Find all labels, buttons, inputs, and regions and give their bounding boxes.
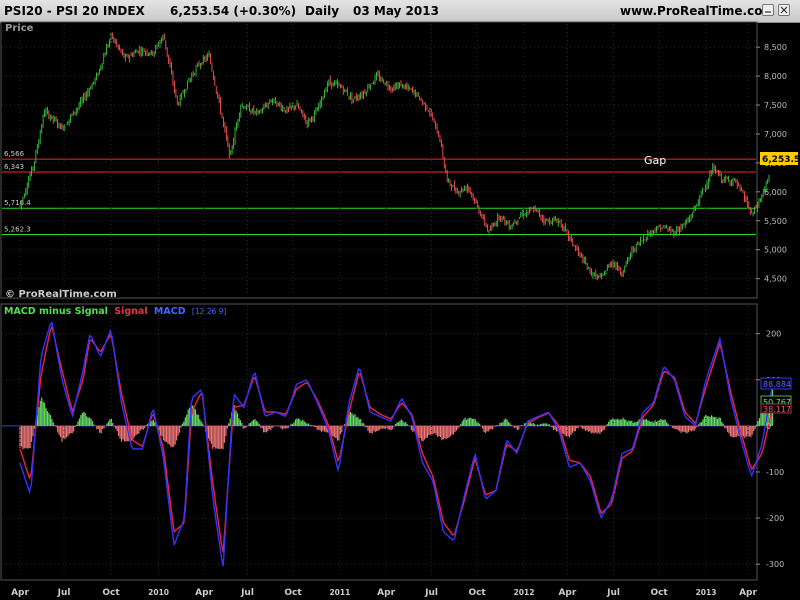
price-tick-label: 6,000 bbox=[764, 188, 787, 197]
signal-value-label: 38.117 bbox=[763, 405, 791, 414]
level-label: 6,566 bbox=[4, 150, 25, 158]
time-tick-label: Jul bbox=[424, 588, 438, 598]
chart-canvas: 6,566 6,343 5,716.4 5,262.3 4,500 5,000 5,500… bbox=[0, 21, 800, 598]
macd-tick-label: -200 bbox=[766, 514, 784, 523]
legend-signal: Signal bbox=[114, 306, 147, 317]
price-tick-label: 5,000 bbox=[764, 246, 787, 255]
time-tick-label: Apr bbox=[739, 588, 757, 598]
time-tick-label: Jul bbox=[57, 588, 71, 598]
time-tick-label: Oct bbox=[284, 588, 302, 598]
level-label: 6,343 bbox=[4, 163, 24, 171]
time-tick-label: Oct bbox=[102, 588, 120, 598]
price-tick-label: 7,000 bbox=[764, 130, 787, 139]
time-tick-label: Apr bbox=[11, 588, 29, 598]
time-tick-label: Oct bbox=[468, 588, 486, 598]
time-tick-label: 2013 bbox=[696, 588, 717, 597]
legend-macd: MACD bbox=[154, 306, 186, 317]
macd-legend: MACD minus Signal Signal MACD [12 26 9] bbox=[4, 306, 226, 317]
last-price-label: 6,253.54 bbox=[762, 155, 800, 165]
level-label: 5,716.4 bbox=[4, 199, 31, 207]
price-tick-label: 8,000 bbox=[764, 72, 787, 81]
macd-tick-label: -100 bbox=[766, 468, 784, 477]
legend-params: [12 26 9] bbox=[192, 307, 227, 316]
time-tick-label: 2010 bbox=[148, 588, 169, 597]
time-tick-label: Apr bbox=[195, 588, 213, 598]
macd-tick-label: -300 bbox=[766, 560, 784, 569]
time-tick-label: Apr bbox=[558, 588, 576, 598]
time-tick-label: Apr bbox=[377, 588, 395, 598]
macd-value-label: 88.884 bbox=[763, 380, 791, 389]
watermark: © ProRealTime.com bbox=[5, 289, 117, 300]
time-tick-label: Oct bbox=[650, 588, 668, 598]
price-panel-title: Price bbox=[5, 23, 34, 34]
macd-panel bbox=[0, 303, 758, 581]
legend-histogram: MACD minus Signal bbox=[4, 306, 108, 317]
price-tick-label: 4,500 bbox=[764, 275, 787, 284]
price-tick-label: 5,500 bbox=[764, 217, 787, 226]
level-label: 5,262.3 bbox=[4, 226, 31, 234]
macd-tick-label: 0 bbox=[766, 422, 771, 431]
price-tick-label: 7,500 bbox=[764, 101, 787, 110]
macd-tick-label: 200 bbox=[766, 330, 781, 339]
time-tick-label: Jul bbox=[606, 588, 620, 598]
price-tick-label: 8,500 bbox=[764, 43, 787, 52]
time-tick-label: 2011 bbox=[329, 588, 350, 597]
time-tick-label: 2012 bbox=[514, 588, 535, 597]
gap-annotation: Gap bbox=[644, 154, 666, 167]
time-tick-label: Jul bbox=[240, 588, 254, 598]
